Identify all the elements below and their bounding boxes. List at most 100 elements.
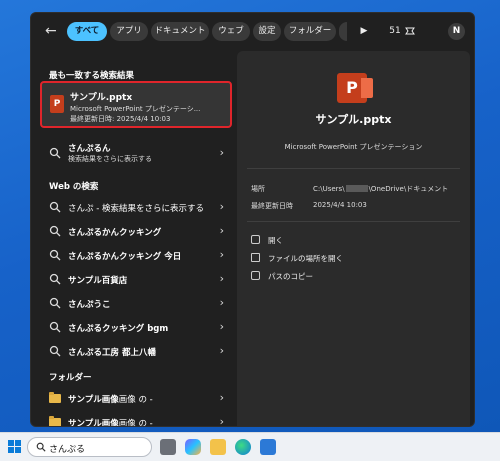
copy-icon xyxy=(251,271,260,280)
search-icon xyxy=(49,147,61,159)
chevron-right-icon: › xyxy=(219,146,224,159)
filter-web[interactable]: ウェブ xyxy=(212,22,250,41)
avatar[interactable]: N xyxy=(448,23,465,40)
chevron-right-icon: › xyxy=(219,272,224,285)
suggestion-item[interactable]: さんぷるん 検索結果をさらに表示する › xyxy=(40,139,232,167)
web-result-label: さんぷうこ xyxy=(68,298,111,310)
web-result-item[interactable]: さんぷる工房 都上八幡 › xyxy=(40,340,232,364)
filter-apps[interactable]: アプリ xyxy=(110,22,148,41)
edge-browser-icon[interactable] xyxy=(235,439,251,455)
filter-folders[interactable]: フォルダー xyxy=(284,22,336,41)
folder-result-name: サンプル画像 xyxy=(68,419,119,427)
best-match-modified: 最終更新日時: 2025/4/4 10:03 xyxy=(70,115,171,123)
web-result-label: さんぷるクッキング bgm xyxy=(68,322,168,334)
web-result-query: サンプル百貨店 xyxy=(68,276,128,286)
folders-heading: フォルダー xyxy=(49,373,92,383)
modified-label: 最終更新日時 xyxy=(251,202,293,210)
web-result-query: さんぷる工房 都上八幡 xyxy=(68,348,156,358)
chevron-right-icon: › xyxy=(219,200,224,213)
folder-result-path: 画像 の - xyxy=(118,419,153,427)
search-icon xyxy=(36,442,46,452)
location-value[interactable]: C:\Users\ \OneDrive\ドキュメント xyxy=(313,184,448,194)
back-arrow-icon[interactable]: ← xyxy=(45,23,57,39)
search-header: ← すべて アプリ ドキュメント ウェブ 設定 フォルダー ▶ 51 N xyxy=(31,13,474,51)
web-result-label: さんぷ - 検索結果をさらに表示する xyxy=(68,202,204,214)
chevron-right-icon: › xyxy=(219,344,224,357)
search-icon xyxy=(49,249,61,261)
web-result-label: サンプル百貨店 xyxy=(68,274,127,286)
web-result-query: さんぷうこ xyxy=(68,300,111,310)
search-icon xyxy=(49,345,61,357)
divider xyxy=(247,221,460,222)
preview-title: サンプル.pptx xyxy=(315,113,392,126)
folder-result-item[interactable]: サンプル画像画像 の - › xyxy=(40,411,232,427)
play-more-icon[interactable]: ▶ xyxy=(358,22,370,41)
modified-value: 2025/4/4 10:03 xyxy=(313,201,367,209)
filter-settings[interactable]: 設定 xyxy=(253,22,281,41)
powerpoint-file-icon: P xyxy=(337,73,373,103)
location-path-end: \OneDrive\ドキュメント xyxy=(368,185,449,193)
open-file-location-action[interactable]: ファイルの場所を開く xyxy=(251,253,343,264)
suggestion-sub: 検索結果をさらに表示する xyxy=(68,155,152,163)
web-result-item[interactable]: さんぷ - 検索結果をさらに表示する › xyxy=(40,196,232,220)
divider xyxy=(247,168,460,169)
open-file-location-label: ファイルの場所を開く xyxy=(268,254,343,263)
preview-subtitle: Microsoft PowerPoint プレゼンテーション xyxy=(284,143,423,151)
web-result-label: さんぷる工房 都上八幡 xyxy=(68,346,156,358)
results-pane: 最も一致する検索結果 P サンプル.pptx Microsoft PowerPo… xyxy=(31,51,237,427)
search-icon xyxy=(49,225,61,237)
best-match-type: Microsoft PowerPoint プレゼンテーシ... xyxy=(70,105,201,113)
powerpoint-file-icon: P xyxy=(50,95,64,113)
rewards-icon[interactable] xyxy=(404,22,416,41)
chevron-right-icon: › xyxy=(219,296,224,309)
web-result-item[interactable]: さんぷるかんクッキング › xyxy=(40,220,232,244)
copilot-icon[interactable] xyxy=(185,439,201,455)
preview-pane: P サンプル.pptx Microsoft PowerPoint プレゼンテーシ… xyxy=(237,51,470,426)
folder-result-label: サンプル画像画像 の - xyxy=(68,393,153,405)
location-label: 場所 xyxy=(251,185,265,193)
file-explorer-icon[interactable] xyxy=(210,439,226,455)
search-icon xyxy=(49,273,61,285)
search-panel: ← すべて アプリ ドキュメント ウェブ 設定 フォルダー ▶ 51 N 最も一… xyxy=(30,12,475,427)
folder-result-item[interactable]: サンプル画像画像 の - › xyxy=(40,387,232,411)
web-result-query: さんぷるかんクッキング xyxy=(68,228,162,238)
web-result-item[interactable]: サンプル百貨店 › xyxy=(40,268,232,292)
web-result-item[interactable]: さんぷるかんクッキング 今日 › xyxy=(40,244,232,268)
taskbar-search-box[interactable]: さんぷる xyxy=(27,437,152,457)
copy-path-label: パスのコピー xyxy=(268,272,313,281)
microsoft-store-icon[interactable] xyxy=(260,439,276,455)
windows-start-icon[interactable] xyxy=(8,440,22,454)
search-icon xyxy=(49,321,61,333)
filter-overflow xyxy=(339,22,347,41)
chevron-right-icon: › xyxy=(219,224,224,237)
chevron-right-icon: › xyxy=(219,415,224,427)
suggestion-query: さんぷるん xyxy=(68,144,111,154)
open-action-label: 開く xyxy=(268,236,283,245)
taskbar: さんぷる xyxy=(0,432,500,461)
copy-path-action[interactable]: パスのコピー xyxy=(251,271,313,282)
best-match-item[interactable]: P サンプル.pptx Microsoft PowerPoint プレゼンテーシ… xyxy=(40,81,232,128)
best-match-name: サンプル.pptx xyxy=(70,93,133,103)
chevron-right-icon: › xyxy=(219,320,224,333)
web-result-query: さんぷるクッキング bgm xyxy=(68,324,169,334)
web-result-item[interactable]: さんぷうこ › xyxy=(40,292,232,316)
filter-documents[interactable]: ドキュメント xyxy=(151,22,209,41)
folder-result-label: サンプル画像画像 の - xyxy=(68,417,153,427)
web-result-query: さんぷるかんクッキング 今日 xyxy=(68,252,182,262)
web-result-query: さんぷ xyxy=(68,204,94,214)
rewards-points[interactable]: 51 xyxy=(388,22,402,41)
chevron-right-icon: › xyxy=(219,391,224,404)
best-match-heading: 最も一致する検索結果 xyxy=(49,71,135,81)
task-view-icon[interactable] xyxy=(160,439,176,455)
folder-outline-icon xyxy=(251,253,260,262)
open-icon xyxy=(251,235,260,244)
web-search-heading: Web の検索 xyxy=(49,182,99,192)
redacted-username xyxy=(345,185,368,192)
web-result-label: さんぷるかんクッキング xyxy=(68,226,161,238)
search-icon xyxy=(49,297,61,309)
folder-icon xyxy=(49,392,61,403)
open-action[interactable]: 開く xyxy=(251,235,283,246)
web-result-item[interactable]: さんぷるクッキング bgm › xyxy=(40,316,232,340)
filter-all[interactable]: すべて xyxy=(67,22,107,41)
folder-result-name: サンプル画像 xyxy=(68,395,119,405)
